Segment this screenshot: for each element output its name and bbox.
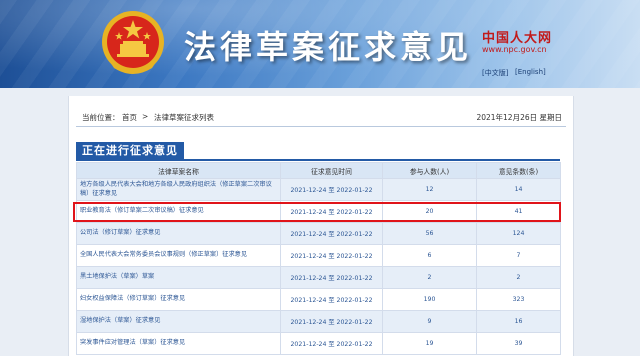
breadcrumb-home-link[interactable]: 首页 xyxy=(122,112,137,123)
breadcrumb: 当前位置： 首页 > 法律草案征求列表 2021年12月26日 星期日 xyxy=(82,108,562,124)
draft-name-link[interactable]: 湿地保护法（草案）征求意见 xyxy=(76,310,281,333)
table-header-row: 法律草案名称 征求意见时间 参与人数(人) 意见条数(条) xyxy=(76,162,561,179)
table-row[interactable]: 全国人民代表大会常务委员会议事规则（修正草案）征求意见 2021-12-24 至… xyxy=(76,244,561,267)
banner-title: 法律草案征求意见 xyxy=(184,28,473,66)
draft-law-table: 法律草案名称 征求意见时间 参与人数(人) 意见条数(条) 地方各级人民代表大会… xyxy=(76,162,561,355)
site-banner: 法律草案征求意见 中国人大网 www.npc.gov.cn [中文版] [Eng… xyxy=(0,0,640,88)
npc-logo-text[interactable]: 中国人大网 xyxy=(482,27,552,46)
table-row[interactable]: 湿地保护法（草案）征求意见 2021-12-24 至 2022-01-22 9 … xyxy=(76,310,561,333)
column-header-opinions: 意见条数(条) xyxy=(476,162,561,179)
draft-participants: 190 xyxy=(382,288,477,311)
column-header-participants: 参与人数(人) xyxy=(382,162,477,179)
draft-participants: 2 xyxy=(382,266,477,289)
chinese-version-link[interactable]: [中文版] xyxy=(482,68,508,78)
draft-participants: 12 xyxy=(382,178,477,201)
table-row[interactable]: 地方各级人民代表大会和地方各级人民政府组织法（修正草案二次审议稿）征求意见 20… xyxy=(76,178,561,201)
draft-opinions: 2 xyxy=(476,266,561,289)
section-underline xyxy=(76,159,560,161)
draft-name-link[interactable]: 职业教育法（修订草案二次审议稿）征求意见 xyxy=(76,200,281,223)
draft-participants: 9 xyxy=(382,310,477,333)
draft-name-link[interactable]: 公司法（修订草案）征求意见 xyxy=(76,222,281,245)
column-header-name: 法律草案名称 xyxy=(76,162,281,179)
breadcrumb-current: 法律草案征求列表 xyxy=(154,113,214,122)
draft-opinions: 16 xyxy=(476,310,561,333)
table-row[interactable]: 职业教育法（修订草案二次审议稿）征求意见 2021-12-24 至 2022-0… xyxy=(76,200,561,223)
table-row[interactable]: 公司法（修订草案）征求意见 2021-12-24 至 2022-01-22 56… xyxy=(76,222,561,245)
draft-name-link[interactable]: 妇女权益保障法（修订草案）征求意见 xyxy=(76,288,281,311)
breadcrumb-prefix: 当前位置： xyxy=(82,113,120,122)
npc-logo-url[interactable]: www.npc.gov.cn xyxy=(482,45,547,54)
column-header-period: 征求意见时间 xyxy=(280,162,383,179)
draft-period: 2021-12-24 至 2022-01-22 xyxy=(280,244,383,267)
draft-period: 2021-12-24 至 2022-01-22 xyxy=(280,266,383,289)
english-version-link[interactable]: [English] xyxy=(515,68,546,76)
draft-period: 2021-12-24 至 2022-01-22 xyxy=(280,310,383,333)
draft-participants: 56 xyxy=(382,222,477,245)
section-title: 正在进行征求意见 xyxy=(76,142,184,160)
national-emblem-icon xyxy=(102,11,164,74)
draft-opinions: 124 xyxy=(476,222,561,245)
draft-participants: 6 xyxy=(382,244,477,267)
breadcrumb-separator: > xyxy=(142,112,149,121)
table-row[interactable]: 妇女权益保障法（修订草案）征求意见 2021-12-24 至 2022-01-2… xyxy=(76,288,561,311)
draft-period: 2021-12-24 至 2022-01-22 xyxy=(280,288,383,311)
draft-period: 2021-12-24 至 2022-01-22 xyxy=(280,178,383,201)
draft-name-link[interactable]: 地方各级人民代表大会和地方各级人民政府组织法（修正草案二次审议稿）征求意见 xyxy=(76,178,281,201)
draft-opinions: 14 xyxy=(476,178,561,201)
draft-period: 2021-12-24 至 2022-01-22 xyxy=(280,222,383,245)
table-row[interactable]: 黑土地保护法（草案）草案 2021-12-24 至 2022-01-22 2 2 xyxy=(76,266,561,289)
draft-opinions: 323 xyxy=(476,288,561,311)
draft-opinions: 7 xyxy=(476,244,561,267)
draft-name-link[interactable]: 全国人民代表大会常务委员会议事规则（修正草案）征求意见 xyxy=(76,244,281,267)
draft-participants: 20 xyxy=(382,200,477,223)
draft-period: 2021-12-24 至 2022-01-22 xyxy=(280,200,383,223)
draft-opinions: 41 xyxy=(476,200,561,223)
current-date: 2021年12月26日 星期日 xyxy=(476,113,562,122)
draft-name-link[interactable]: 黑土地保护法（草案）草案 xyxy=(76,266,281,289)
breadcrumb-divider xyxy=(76,126,566,127)
